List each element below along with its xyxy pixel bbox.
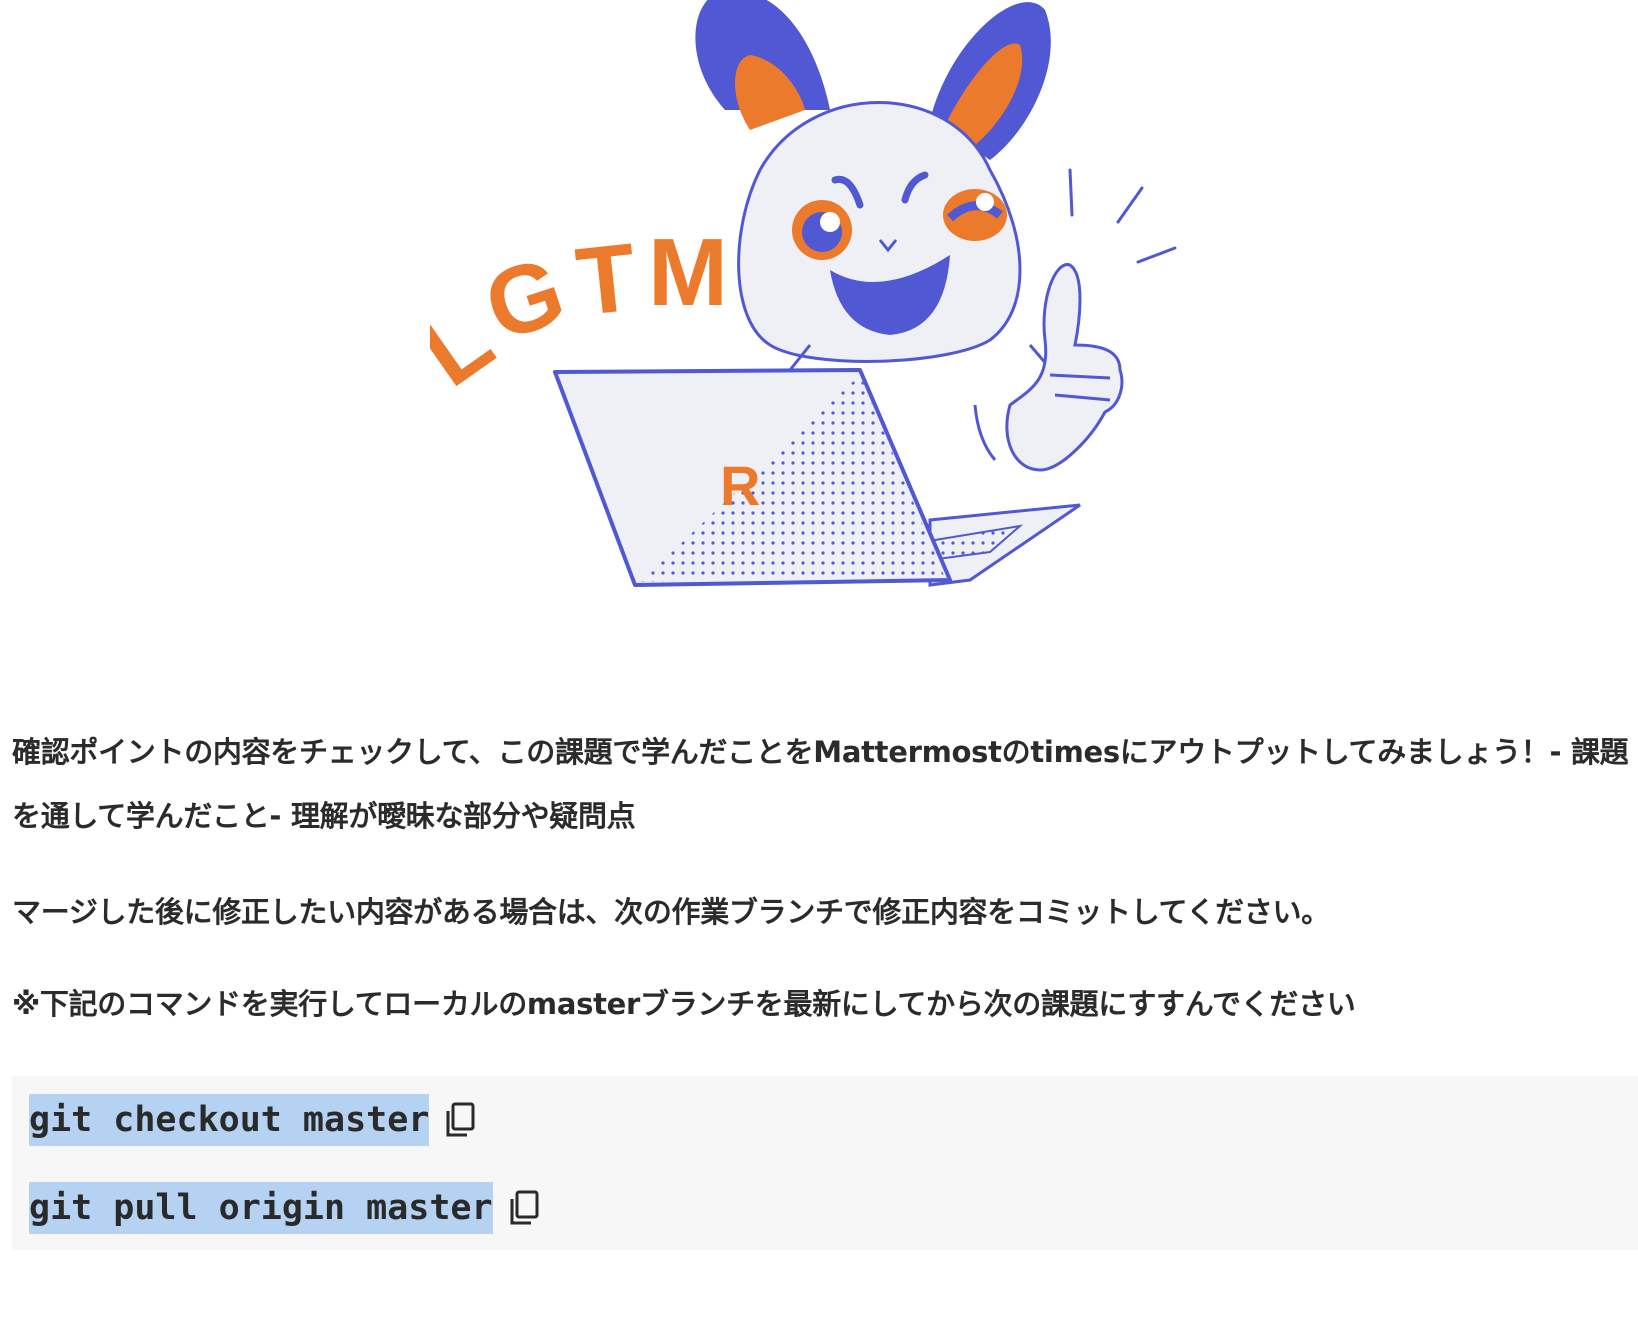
- output-instruction-paragraph: 確認ポイントの内容をチェックして、この課題で学んだことをMattermostのt…: [12, 735, 1629, 833]
- instructions-content: 確認ポイントの内容をチェックして、この課題で学んだことをMattermostのt…: [12, 720, 1638, 1250]
- copy-icon[interactable]: [443, 1101, 477, 1139]
- code-block: git checkout master git pull origin mast…: [12, 1076, 1638, 1250]
- code-text-pull[interactable]: git pull origin master: [29, 1182, 493, 1234]
- code-line-pull: git pull origin master: [29, 1182, 541, 1234]
- update-master-paragraph: ※下記のコマンドを実行してローカルのmasterブランチを最新にしてから次の課題…: [12, 987, 1356, 1021]
- right-eye: [943, 189, 1007, 241]
- laptop-logo: R: [720, 454, 760, 517]
- lgtm-letter-t: T: [571, 224, 641, 337]
- code-text-checkout[interactable]: git checkout master: [29, 1094, 430, 1146]
- code-line-checkout: git checkout master: [29, 1094, 477, 1146]
- copy-icon[interactable]: [507, 1189, 541, 1227]
- sparkle-lines: [1068, 168, 1177, 264]
- left-eye: [792, 200, 852, 260]
- lgtm-letter-m: M: [648, 219, 728, 326]
- arm-line: [973, 404, 997, 461]
- thumb-up-hand: [1005, 263, 1124, 472]
- lgtm-mascot-illustration: L G T M R: [430, 0, 1177, 587]
- fix-after-merge-paragraph: マージした後に修正したい内容がある場合は、次の作業ブランチで修正内容をコミットし…: [12, 895, 1330, 929]
